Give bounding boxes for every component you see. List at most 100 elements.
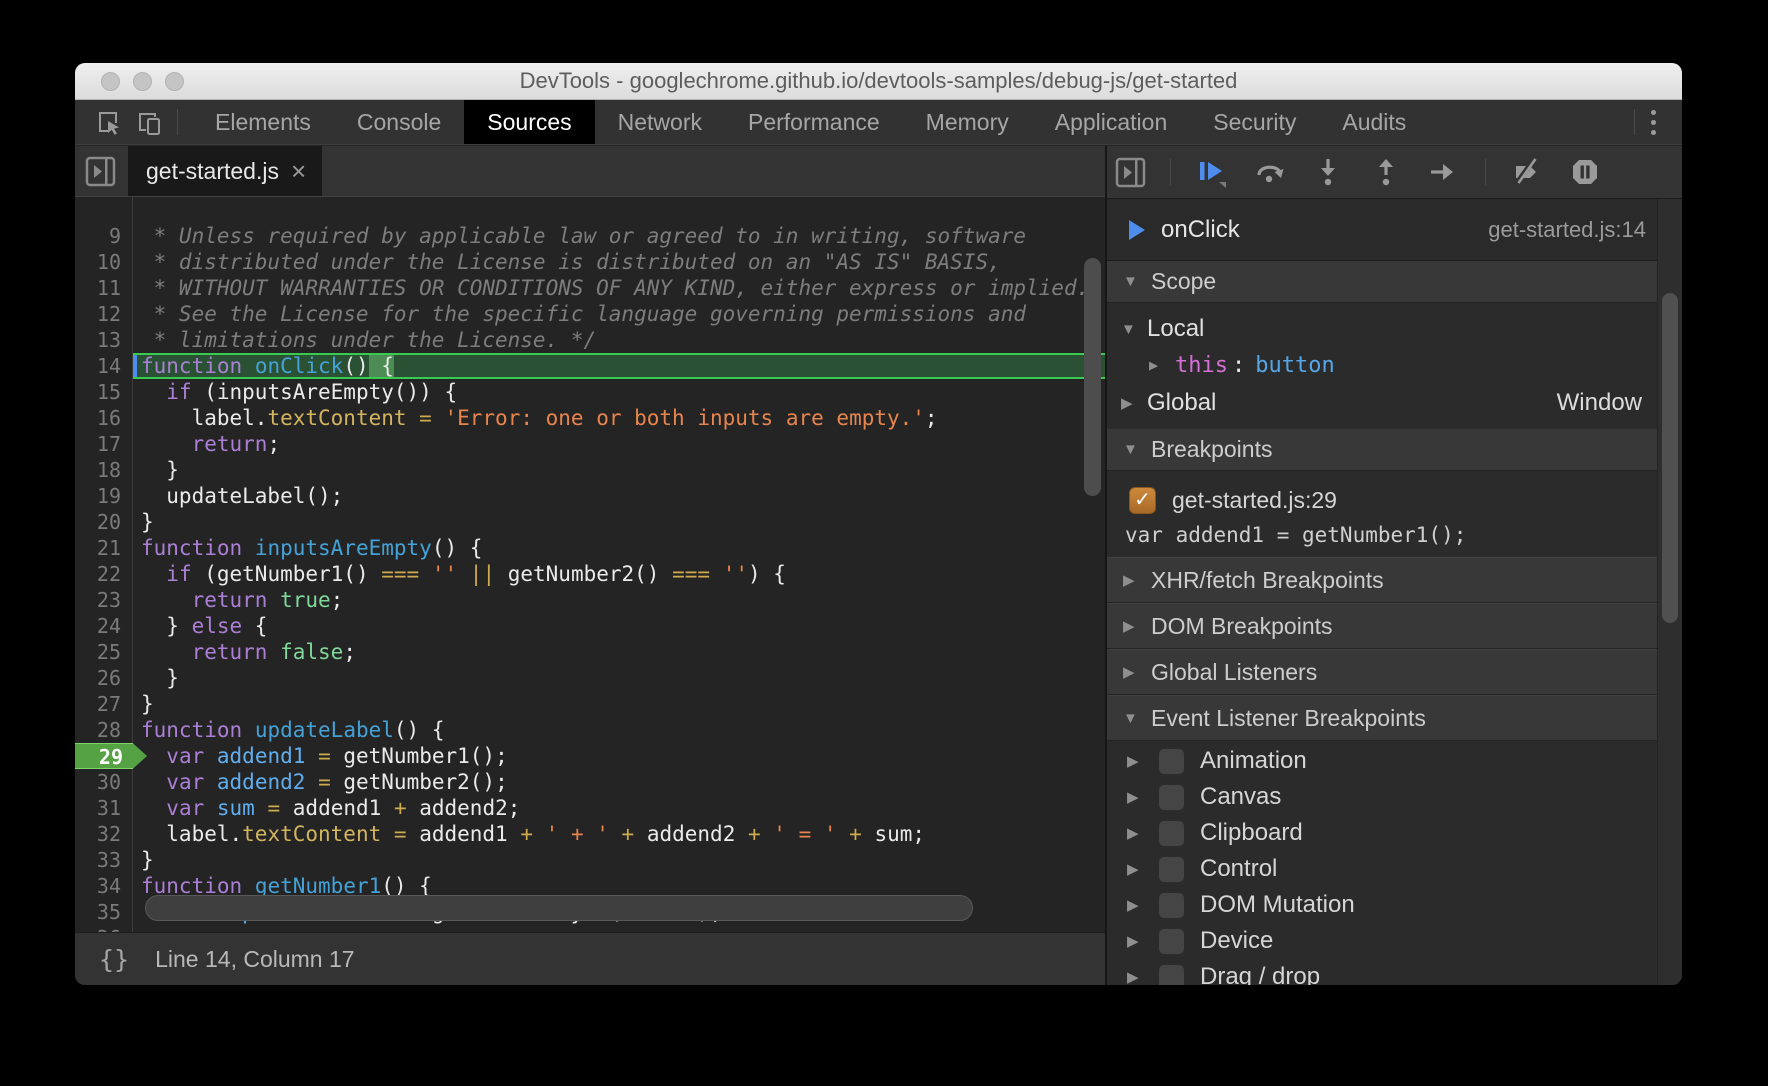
tab-audits[interactable]: Audits — [1319, 100, 1429, 144]
breakpoint-checkbox[interactable] — [1129, 487, 1156, 514]
code-text[interactable]: var sum = addend1 + addend2; — [133, 795, 1105, 821]
sidebar-scrollbar[interactable] — [1657, 199, 1682, 985]
line-number[interactable]: 33 — [75, 847, 133, 873]
code-line-33[interactable]: 33} — [75, 847, 1105, 873]
scrollbar-thumb[interactable] — [1662, 293, 1678, 623]
line-number[interactable]: 18 — [75, 457, 133, 483]
category-checkbox[interactable] — [1158, 748, 1185, 775]
code-text[interactable]: } — [133, 691, 1105, 717]
code-text[interactable]: var addend2 = getNumber2(); — [133, 769, 1105, 795]
breakpoint-source-line[interactable]: var addend1 = getNumber1(); — [1107, 517, 1682, 547]
code-text[interactable]: } — [133, 847, 1105, 873]
code-text[interactable]: * Unless required by applicable law or a… — [133, 223, 1105, 249]
event-category-drag-drop[interactable]: ▶Drag / drop — [1107, 959, 1682, 985]
line-number[interactable]: 10 — [75, 249, 133, 275]
line-number[interactable]: 23 — [75, 587, 133, 613]
chevron-right-icon[interactable]: ▶ — [1127, 896, 1143, 914]
code-line-28[interactable]: 28function updateLabel() { — [75, 717, 1105, 743]
file-tab-get-started[interactable]: get-started.js × — [128, 146, 322, 196]
code-text[interactable]: * limitations under the License. */ — [133, 327, 1105, 353]
code-line-36[interactable]: 36 — [75, 925, 1105, 932]
section-dom-breakpoints[interactable]: ▶ DOM Breakpoints — [1107, 603, 1682, 649]
code-line-9[interactable]: 9 * Unless required by applicable law or… — [75, 223, 1105, 249]
scope-global[interactable]: ▶ Global Window — [1107, 383, 1682, 423]
code-text[interactable]: function updateLabel() { — [133, 717, 1105, 743]
category-checkbox[interactable] — [1158, 892, 1185, 919]
line-number[interactable]: 20 — [75, 509, 133, 535]
code-line-13[interactable]: 13 * limitations under the License. */ — [75, 327, 1105, 353]
tab-memory[interactable]: Memory — [903, 100, 1032, 144]
code-text[interactable]: function onClick() { — [133, 353, 1105, 379]
code-line-31[interactable]: 31 var sum = addend1 + addend2; — [75, 795, 1105, 821]
resume-script-icon[interactable] — [1195, 155, 1229, 189]
line-number[interactable]: 11 — [75, 275, 133, 301]
code-text[interactable]: updateLabel(); — [133, 483, 1105, 509]
code-text[interactable]: } — [133, 457, 1105, 483]
code-text[interactable]: * WITHOUT WARRANTIES OR CONDITIONS OF AN… — [133, 275, 1105, 301]
line-number[interactable]: 17 — [75, 431, 133, 457]
code-line-14[interactable]: 14function onClick() { — [75, 353, 1105, 379]
chevron-right-icon[interactable]: ▶ — [1127, 932, 1143, 950]
code-text[interactable]: var addend1 = getNumber1(); — [133, 743, 1105, 769]
line-number[interactable]: 24 — [75, 613, 133, 639]
line-number[interactable]: 16 — [75, 405, 133, 431]
scope-this-entry[interactable]: ▶ this: button — [1107, 347, 1682, 383]
category-checkbox[interactable] — [1158, 856, 1185, 883]
step-out-icon[interactable] — [1369, 155, 1403, 189]
event-category-device[interactable]: ▶Device — [1107, 923, 1682, 959]
code-line-27[interactable]: 27} — [75, 691, 1105, 717]
section-breakpoints[interactable]: ▼ Breakpoints — [1107, 429, 1682, 471]
scope-local[interactable]: ▼ Local — [1107, 311, 1682, 347]
step-into-icon[interactable] — [1311, 155, 1345, 189]
frame-location[interactable]: get-started.js:14 — [1488, 217, 1646, 243]
section-global-listeners[interactable]: ▶ Global Listeners — [1107, 649, 1682, 695]
code-line-15[interactable]: 15 if (inputsAreEmpty()) { — [75, 379, 1105, 405]
code-line-29[interactable]: 29 var addend1 = getNumber1(); — [75, 743, 1105, 769]
line-number[interactable]: 13 — [75, 327, 133, 353]
line-number[interactable]: 35 — [75, 899, 133, 925]
inspect-element-icon[interactable] — [95, 108, 123, 136]
event-category-animation[interactable]: ▶Animation — [1107, 743, 1682, 779]
code-line-10[interactable]: 10 * distributed under the License is di… — [75, 249, 1105, 275]
code-text[interactable]: if (inputsAreEmpty()) { — [133, 379, 1105, 405]
category-checkbox[interactable] — [1158, 820, 1185, 847]
event-category-canvas[interactable]: ▶Canvas — [1107, 779, 1682, 815]
line-number[interactable]: 22 — [75, 561, 133, 587]
device-toolbar-icon[interactable] — [135, 108, 163, 136]
chevron-right-icon[interactable]: ▶ — [1127, 824, 1143, 842]
line-number[interactable]: 28 — [75, 717, 133, 743]
code-line-30[interactable]: 30 var addend2 = getNumber2(); — [75, 769, 1105, 795]
section-scope[interactable]: ▼ Scope — [1107, 261, 1682, 303]
breakpoint-entry[interactable]: get-started.js:29 — [1107, 483, 1682, 517]
line-number[interactable]: 19 — [75, 483, 133, 509]
code-line-21[interactable]: 21function inputsAreEmpty() { — [75, 535, 1105, 561]
code-text[interactable]: if (getNumber1() === '' || getNumber2() … — [133, 561, 1105, 587]
code-text[interactable]: label.textContent = 'Error: one or both … — [133, 405, 1105, 431]
code-text[interactable]: } else { — [133, 613, 1105, 639]
code-line-23[interactable]: 23 return true; — [75, 587, 1105, 613]
vertical-scrollbar[interactable] — [1084, 258, 1101, 496]
category-checkbox[interactable] — [1158, 784, 1185, 811]
line-number[interactable]: 9 — [75, 223, 133, 249]
code-text[interactable]: * distributed under the License is distr… — [133, 249, 1105, 275]
code-line-19[interactable]: 19 updateLabel(); — [75, 483, 1105, 509]
line-number[interactable]: 32 — [75, 821, 133, 847]
breakpoint-marker[interactable]: 29 — [75, 743, 147, 769]
line-number[interactable]: 30 — [75, 769, 133, 795]
show-navigator-icon[interactable] — [85, 156, 116, 187]
line-number[interactable]: 31 — [75, 795, 133, 821]
code-text[interactable]: return false; — [133, 639, 1105, 665]
code-line-18[interactable]: 18 } — [75, 457, 1105, 483]
line-number[interactable]: 36 — [75, 925, 133, 932]
code-line-25[interactable]: 25 return false; — [75, 639, 1105, 665]
chevron-right-icon[interactable]: ▶ — [1127, 752, 1143, 770]
section-event-listener-breakpoints[interactable]: ▼ Event Listener Breakpoints — [1107, 695, 1682, 741]
line-number[interactable]: 26 — [75, 665, 133, 691]
code-line-17[interactable]: 17 return; — [75, 431, 1105, 457]
pretty-print-icon[interactable]: {} — [99, 945, 129, 974]
code-line-32[interactable]: 32 label.textContent = addend1 + ' + ' +… — [75, 821, 1105, 847]
line-number[interactable]: 14 — [75, 353, 133, 379]
code-line-22[interactable]: 22 if (getNumber1() === '' || getNumber2… — [75, 561, 1105, 587]
section-xhr-breakpoints[interactable]: ▶ XHR/fetch Breakpoints — [1107, 557, 1682, 603]
code-text[interactable]: label.textContent = addend1 + ' + ' + ad… — [133, 821, 1105, 847]
